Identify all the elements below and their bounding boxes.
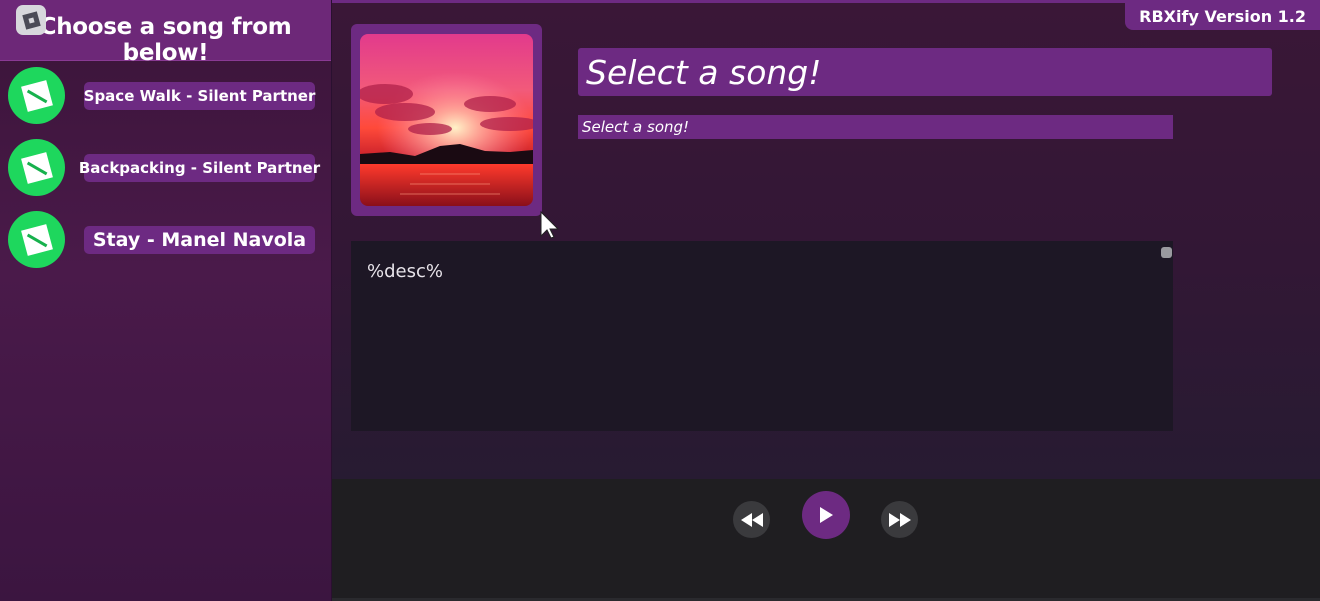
album-art-frame	[351, 24, 542, 216]
song-label[interactable]: Space Walk - Silent Partner	[84, 82, 315, 110]
rewind-icon	[740, 512, 763, 527]
fast-forward-button[interactable]	[881, 501, 918, 538]
song-label[interactable]: Backpacking - Silent Partner	[79, 154, 320, 182]
fast-forward-icon	[888, 512, 911, 527]
song-item-stay[interactable]: Stay - Manel Navola	[8, 211, 316, 269]
song-artist: Select a song!	[578, 115, 1173, 139]
roblox-logo-icon[interactable]	[16, 5, 46, 35]
description-box[interactable]: %desc%	[351, 241, 1173, 431]
play-button[interactable]	[802, 491, 850, 539]
sidebar-title: Choose a song from below!	[39, 14, 292, 66]
song-icon	[8, 139, 65, 196]
mouse-cursor-icon	[540, 210, 560, 239]
song-title: Select a song!	[578, 48, 1272, 96]
rewind-button[interactable]	[733, 501, 770, 538]
playback-controls	[332, 479, 1320, 601]
description-text: %desc%	[367, 261, 443, 282]
play-icon	[820, 507, 833, 523]
sidebar-header: Choose a song from below!	[0, 0, 331, 66]
scrollbar-thumb[interactable]	[1161, 247, 1172, 258]
song-label[interactable]: Stay - Manel Navola	[84, 226, 315, 254]
album-art-image	[360, 34, 533, 206]
song-icon	[8, 67, 65, 124]
song-sidebar: Choose a song from below! Space Walk - S…	[0, 0, 332, 601]
song-icon	[8, 211, 65, 268]
song-item-space-walk[interactable]: Space Walk - Silent Partner	[8, 67, 316, 125]
song-item-backpacking[interactable]: Backpacking - Silent Partner	[8, 139, 320, 197]
version-badge: RBXify Version 1.2	[1125, 3, 1320, 30]
